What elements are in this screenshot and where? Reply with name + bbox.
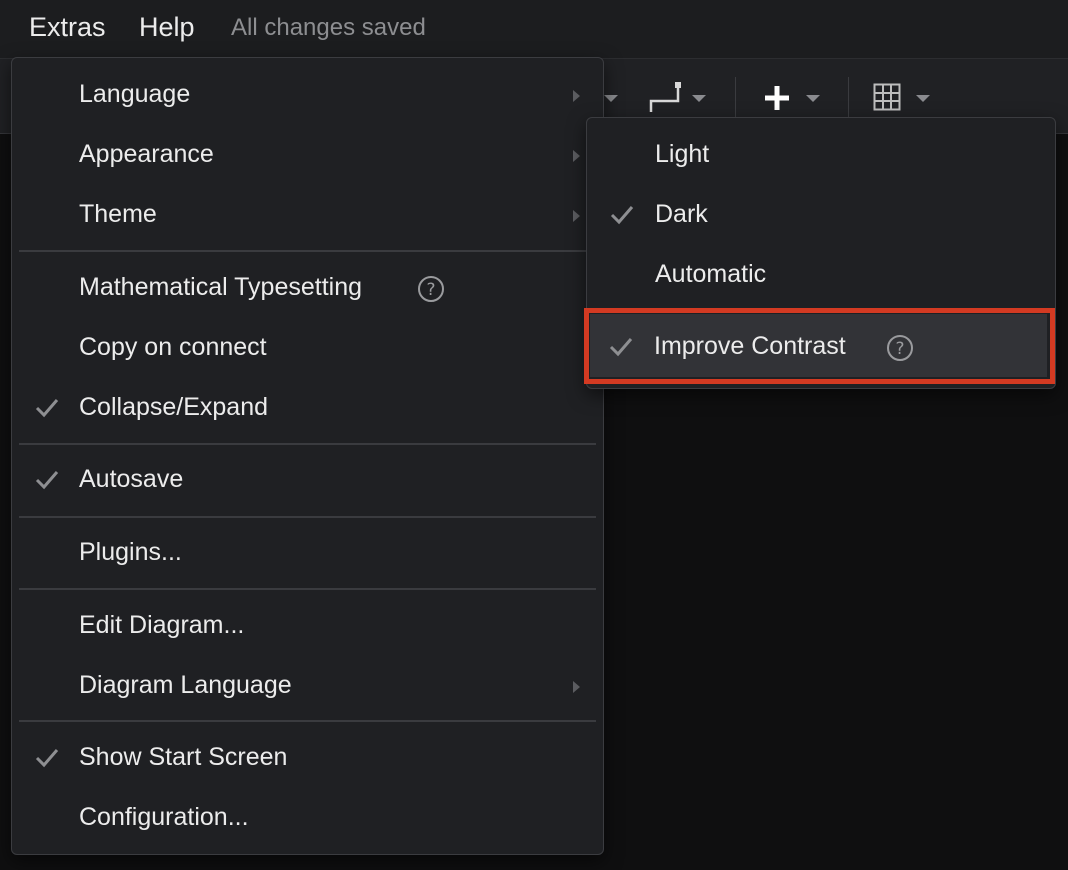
submenu-item-light[interactable]: Light <box>587 128 1055 184</box>
menu-item-autosave[interactable]: Autosave <box>12 453 603 509</box>
chevron-down-icon[interactable] <box>604 95 618 102</box>
menu-item-label: Diagram Language <box>79 671 292 699</box>
menu-item-label: Collapse/Expand <box>79 393 269 421</box>
menu-item-label: Automatic <box>655 260 767 288</box>
menu-divider <box>19 720 596 722</box>
toolbar-divider <box>848 77 849 117</box>
submenu-arrow-icon <box>573 150 580 162</box>
waypoint-icon[interactable] <box>648 81 684 115</box>
chevron-down-icon[interactable] <box>806 95 820 102</box>
menu-divider <box>594 310 1048 312</box>
improve-contrast-row: Improve Contrast ? <box>586 320 1054 376</box>
menu-item-copy-on-connect[interactable]: Copy on connect <box>12 321 603 377</box>
help-menu-button[interactable]: Help <box>139 12 195 43</box>
menu-item-label: Show Start Screen <box>79 743 288 771</box>
svg-text:?: ? <box>426 280 435 300</box>
help-icon[interactable]: ? <box>886 334 914 362</box>
menu-item-label: Dark <box>655 200 708 228</box>
menu-item-label: Improve Contrast <box>654 332 846 360</box>
menu-item-edit-diagram[interactable]: Edit Diagram... <box>12 599 603 655</box>
toolbar-divider <box>735 77 736 117</box>
svg-text:?: ? <box>895 339 904 359</box>
menu-item-diagram-language[interactable]: Diagram Language <box>12 659 603 715</box>
extras-menu: Language Appearance Theme Mathematical T… <box>11 57 604 855</box>
submenu-item-automatic[interactable]: Automatic <box>587 248 1055 304</box>
submenu-arrow-icon <box>573 681 580 693</box>
chevron-down-icon[interactable] <box>692 95 706 102</box>
menu-item-label: Appearance <box>79 140 214 168</box>
menu-item-appearance[interactable]: Appearance <box>12 128 603 184</box>
menu-item-label: Language <box>79 80 191 108</box>
menu-item-label: Plugins... <box>79 538 182 566</box>
submenu-arrow-icon <box>573 90 580 102</box>
menu-item-label: Theme <box>79 200 157 228</box>
menu-item-mathematical-typesetting[interactable]: Mathematical Typesetting ? <box>12 261 603 317</box>
menu-item-label: Mathematical Typesetting <box>79 273 363 301</box>
checkmark-icon <box>35 471 59 490</box>
menu-item-label: Copy on connect <box>79 333 267 361</box>
menu-item-configuration[interactable]: Configuration... <box>12 791 603 847</box>
save-status-text: All changes saved <box>231 14 426 41</box>
chevron-down-icon[interactable] <box>916 95 930 102</box>
menu-item-theme[interactable]: Theme <box>12 188 603 244</box>
submenu-item-improve-contrast[interactable]: Improve Contrast ? <box>586 320 1054 376</box>
checkmark-icon <box>609 338 633 357</box>
extras-menu-button[interactable]: Extras <box>29 12 106 43</box>
menu-item-language[interactable]: Language <box>12 68 603 124</box>
menu-divider <box>19 588 596 590</box>
menu-item-label: Autosave <box>79 465 184 493</box>
menu-divider <box>19 250 596 252</box>
plus-icon[interactable] <box>762 83 792 113</box>
menu-item-plugins[interactable]: Plugins... <box>12 526 603 582</box>
menu-item-label: Light <box>655 140 710 168</box>
menu-item-label: Configuration... <box>79 803 249 831</box>
checkmark-icon <box>610 206 634 225</box>
menu-divider <box>19 443 596 445</box>
menu-item-collapse-expand[interactable]: Collapse/Expand <box>12 381 603 437</box>
checkmark-icon <box>35 749 59 768</box>
menu-item-show-start-screen[interactable]: Show Start Screen <box>12 731 603 787</box>
menu-divider <box>19 516 596 518</box>
menu-bar: Extras Help All changes saved <box>0 0 1068 59</box>
submenu-item-dark[interactable]: Dark <box>587 188 1055 244</box>
checkmark-icon <box>35 399 59 418</box>
table-icon[interactable] <box>873 83 901 111</box>
help-icon[interactable]: ? <box>417 275 445 303</box>
submenu-arrow-icon <box>573 210 580 222</box>
menu-item-label: Edit Diagram... <box>79 611 245 639</box>
